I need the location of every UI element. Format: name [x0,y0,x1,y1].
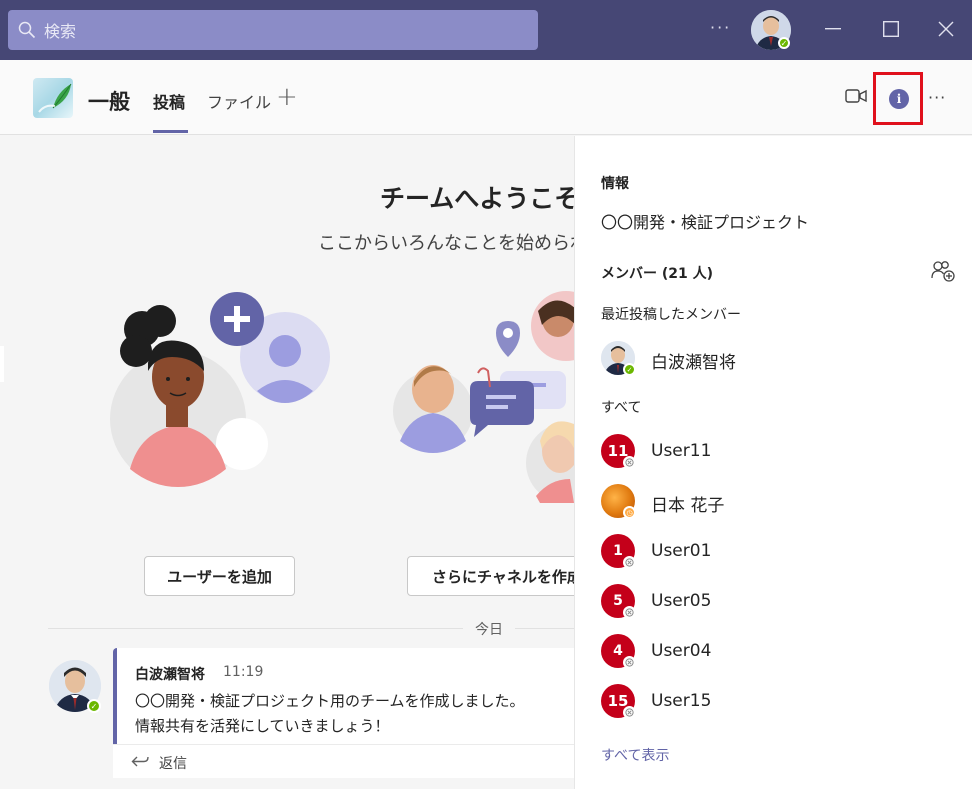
member-item[interactable]: 1 User01 [601,532,961,572]
title-bar: 検索 ··· ✓ [0,0,972,60]
info-highlight-box: i [873,72,923,125]
presence-available-icon: ✓ [778,37,790,49]
presence-offline-icon [623,556,636,569]
member-item[interactable]: 5 User05 [601,582,961,622]
search-icon [18,21,36,39]
search-placeholder: 検索 [44,22,77,41]
tab-files[interactable]: ファイル [207,89,271,113]
active-tab-indicator [153,130,188,133]
more-options-icon[interactable]: ··· [710,18,731,37]
channels-illustration [393,291,574,503]
member-name: 白波瀬智将 [651,353,736,373]
team-avatar [33,78,73,118]
member-name: User15 [651,691,712,711]
maximize-icon[interactable] [876,14,906,44]
member-name: User05 [651,591,712,611]
welcome-title: チームへようこそ! [380,184,574,213]
add-user-button[interactable]: ユーザーを追加 [144,556,295,596]
member-item[interactable]: 15 User15 [601,682,961,722]
add-people-illustration [110,292,330,487]
message-card[interactable]: 白波瀬智将 11:19 〇〇開発・検証プロジェクト用のチームを作成しました。 情… [113,648,574,744]
reply-icon [131,756,149,767]
reply-button[interactable]: 返信 [113,744,574,778]
presence-available-icon: ✓ [623,363,636,376]
presence-offline-icon [623,456,636,469]
presence-away-icon: ◷ [623,506,636,519]
message-line: 〇〇開発・検証プロジェクト用のチームを作成しました。 [135,692,525,710]
message-time: 11:19 [223,664,264,680]
info-panel: 情報 〇〇開発・検証プロジェクト メンバー (21 人) 最近投稿したメンバー … [574,136,972,789]
presence-offline-icon [623,606,636,619]
minimize-icon[interactable] [818,14,848,44]
members-heading[interactable]: メンバー (21 人) [601,263,713,283]
message-author[interactable]: 白波瀬智将 [135,664,205,684]
recent-member-item[interactable]: ✓ 白波瀬智将 [601,339,961,379]
all-members-heading: すべて [601,400,642,416]
message-line: 情報共有を活発にしていきましょう！ [135,717,390,735]
channel-main: チームへようこそ! ここからいろんなことを始められ ユーザーを追加 さらにチャネ… [0,136,574,789]
info-icon[interactable]: i [889,89,909,109]
reply-label: 返信 [159,756,187,772]
video-call-icon[interactable] [845,88,867,108]
recent-members-heading: 最近投稿したメンバー [601,307,741,323]
add-member-icon[interactable] [931,260,955,286]
channel-name: 一般 [88,90,130,114]
add-tab-button[interactable]: + [276,82,298,112]
welcome-subtitle: ここからいろんなことを始められ [318,233,574,254]
close-icon[interactable] [931,14,961,44]
left-edge-handle [0,346,4,382]
member-name: User01 [651,541,712,561]
member-name: User04 [651,641,712,661]
info-heading: 情報 [601,176,629,192]
presence-offline-icon [623,706,636,719]
author-presence-icon: ✓ [87,699,101,713]
channel-header: 一般 投稿 ファイル + i ··· [0,60,972,135]
member-name: User11 [651,441,712,461]
tab-posts[interactable]: 投稿 [153,89,185,113]
member-item[interactable]: ◷ 日本 花子 [601,482,961,522]
date-divider-label: 今日 [463,619,515,639]
member-item[interactable]: 4 User04 [601,632,961,672]
show-all-link[interactable]: すべて表示 [601,745,669,765]
search-box[interactable]: 検索 [8,10,538,50]
member-item[interactable]: 11 User11 [601,432,961,472]
presence-offline-icon [623,656,636,669]
create-channel-button[interactable]: さらにチャネルを作成 [407,556,574,596]
member-name: 日本 花子 [651,496,725,516]
channel-more-icon[interactable]: ··· [928,88,946,107]
team-name: 〇〇開発・検証プロジェクト [601,213,810,232]
